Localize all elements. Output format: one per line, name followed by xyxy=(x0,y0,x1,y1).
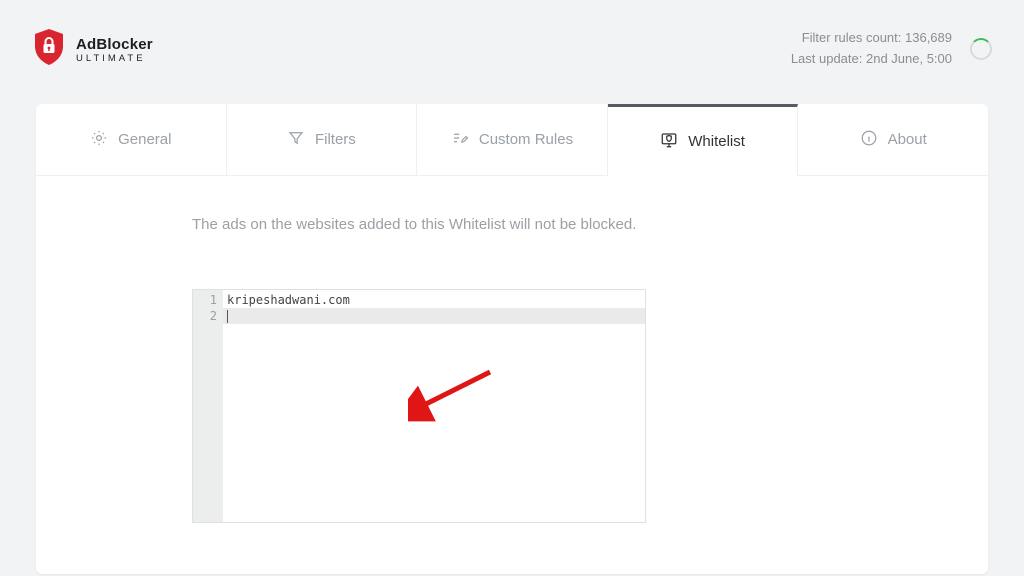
tab-label: Filters xyxy=(315,131,356,148)
settings-card: General Filters Custom Rules xyxy=(36,104,988,574)
whitelist-hint: The ads on the websites added to this Wh… xyxy=(192,216,918,233)
info-icon xyxy=(860,129,878,151)
tab-about[interactable]: About xyxy=(798,104,988,176)
tab-bar: General Filters Custom Rules xyxy=(36,104,988,176)
whitelist-editor[interactable]: 1 2 kripeshadwani.com xyxy=(192,289,646,523)
tab-custom-rules[interactable]: Custom Rules xyxy=(417,104,608,176)
editor-line-1[interactable]: kripeshadwani.com xyxy=(227,292,641,308)
tab-whitelist[interactable]: Whitelist xyxy=(608,104,799,176)
last-update-time: Last update: 2nd June, 5:00 xyxy=(791,49,952,70)
edit-list-icon xyxy=(451,129,469,151)
shield-lock-icon xyxy=(32,28,66,71)
whitelist-panel: The ads on the websites added to this Wh… xyxy=(36,176,988,551)
editor-line-2[interactable] xyxy=(227,308,641,324)
tab-filters[interactable]: Filters xyxy=(227,104,418,176)
filter-rules-count: Filter rules count: 136,689 xyxy=(791,28,952,49)
page-header: AdBlocker ULTIMATE Filter rules count: 1… xyxy=(0,0,1024,96)
tab-label: Custom Rules xyxy=(479,131,573,148)
loading-spinner-icon xyxy=(970,38,992,60)
funnel-icon xyxy=(287,129,305,151)
text-caret xyxy=(227,310,228,323)
editor-lines[interactable]: kripeshadwani.com xyxy=(223,290,645,522)
tab-general[interactable]: General xyxy=(36,104,227,176)
line-gutter: 1 2 xyxy=(193,290,223,522)
monitor-shield-icon xyxy=(660,131,678,153)
tab-label: General xyxy=(118,131,171,148)
tab-label: About xyxy=(888,131,927,148)
header-status: Filter rules count: 136,689 Last update:… xyxy=(791,28,992,70)
gear-icon xyxy=(90,129,108,151)
tab-label: Whitelist xyxy=(688,133,745,150)
brand-title: AdBlocker xyxy=(76,36,153,53)
brand-subtitle: ULTIMATE xyxy=(76,53,153,64)
app-logo: AdBlocker ULTIMATE xyxy=(32,28,153,71)
